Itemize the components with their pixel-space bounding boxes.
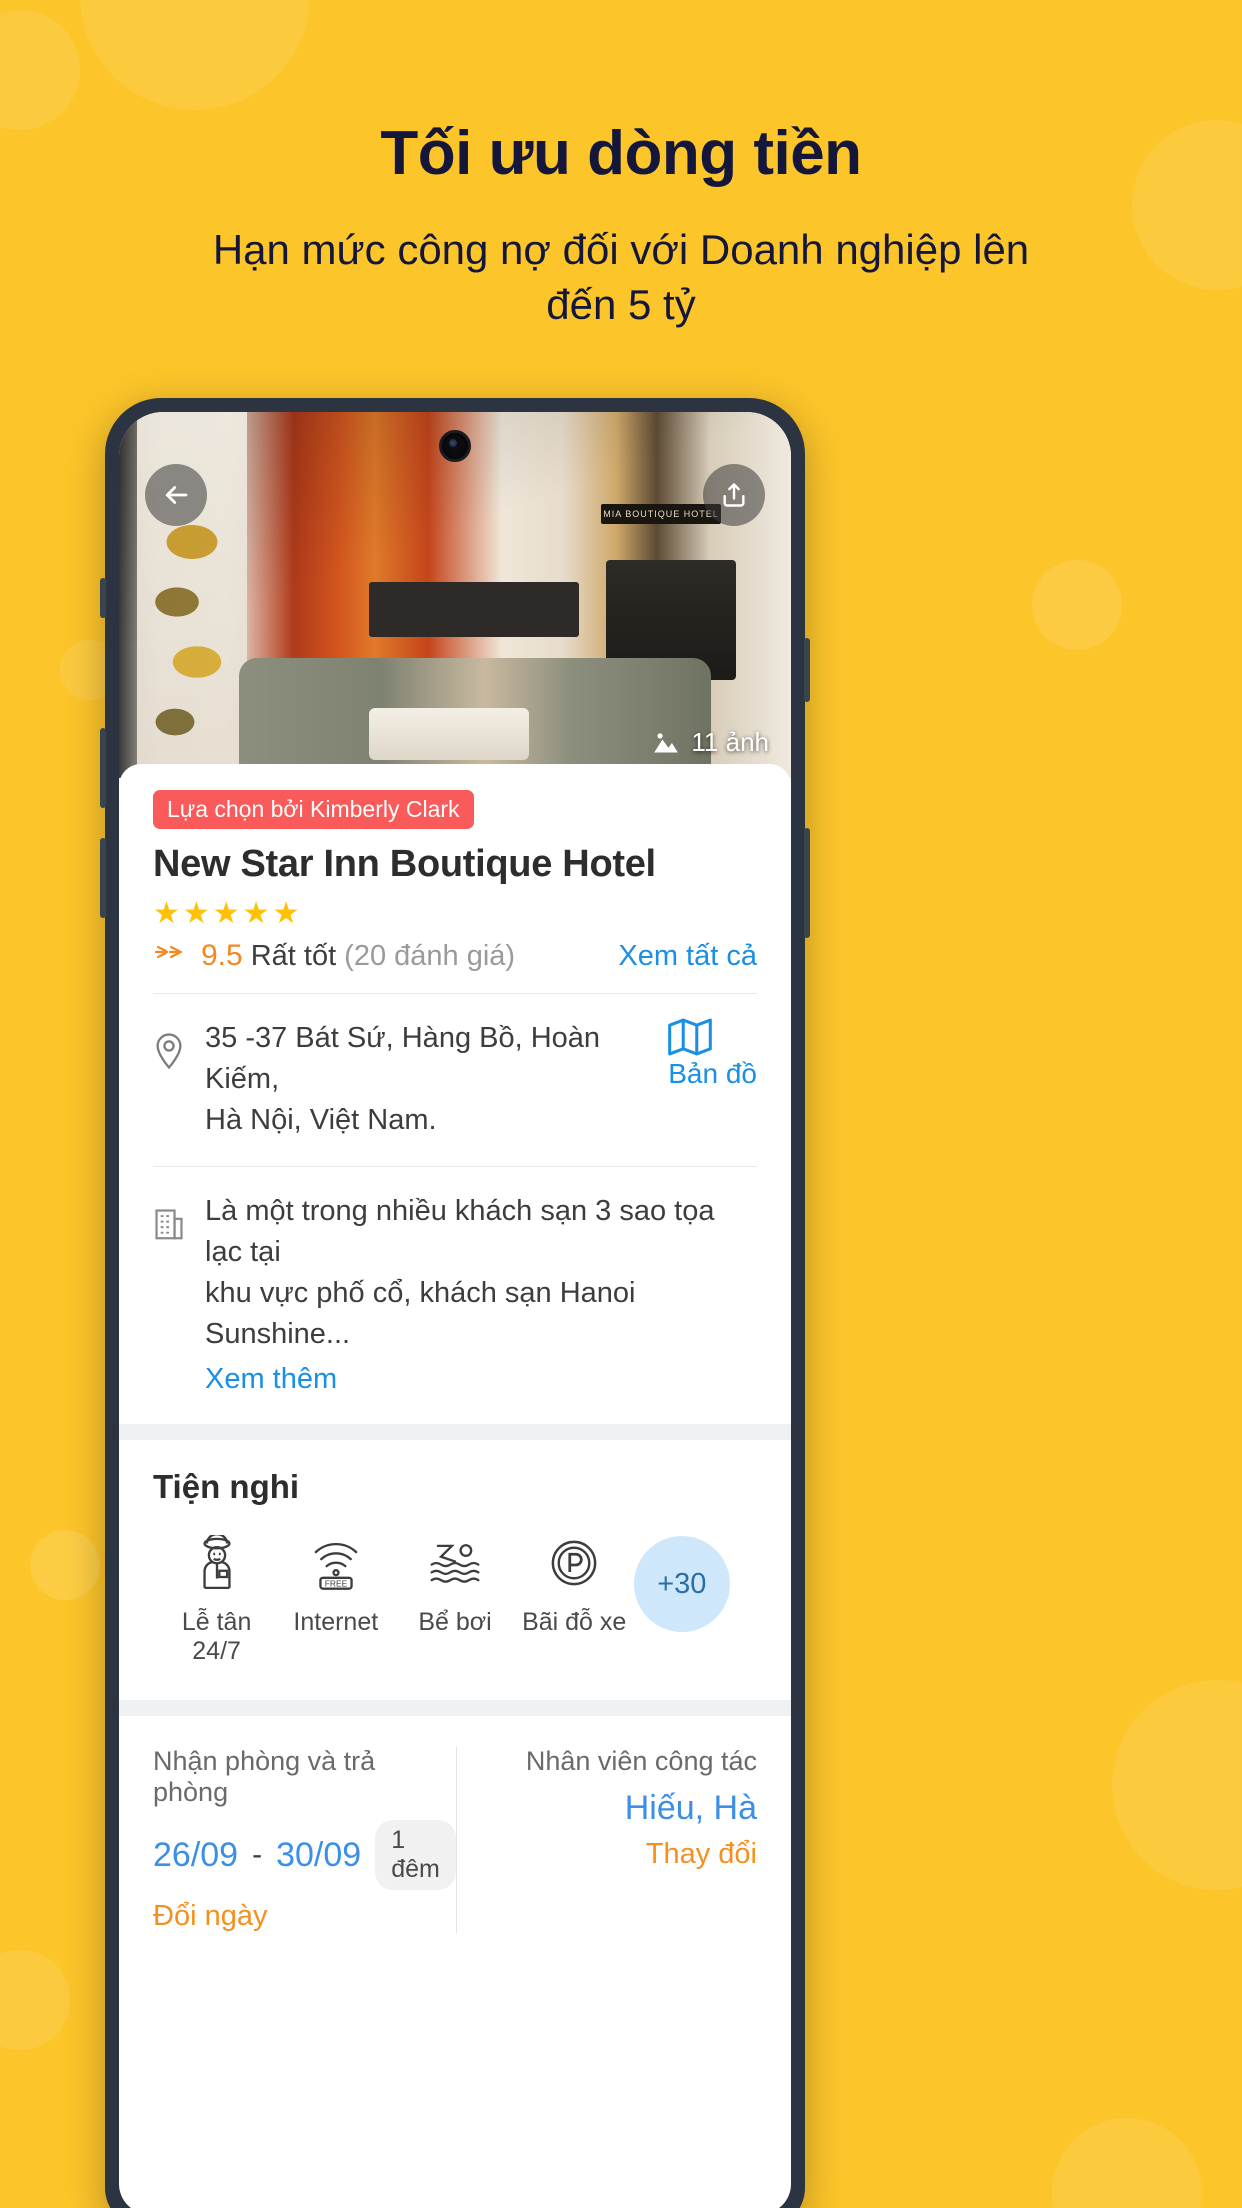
checkin-checkout-label: Nhận phòng và trả phòng	[153, 1746, 376, 1808]
amenity-item-parking[interactable]: Bãi đỗ xe	[515, 1532, 634, 1637]
checkout-date: 30/09	[276, 1835, 362, 1874]
description-line-1: Là một trong nhiều khách sạn 3 sao tọa l…	[205, 1194, 715, 1268]
staff-label: Nhân viên công tác	[525, 1746, 757, 1777]
address-line-1: 35 -37 Bát Sứ, Hàng Bồ, Hoàn Kiếm,	[205, 1022, 601, 1096]
description-row: Là một trong nhiều khách sạn 3 sao tọa l…	[153, 1167, 757, 1425]
amenities-grid: Lễ tân 24/7 FREE Internet Bể bơi Bãi đỗ …	[153, 1512, 757, 1700]
hotel-name: New Star Inn Boutique Hotel	[153, 843, 656, 885]
map-button[interactable]: Bản đồ	[656, 1018, 757, 1090]
section-separator	[119, 1424, 791, 1441]
hotel-detail-card: Lựa chọn bởi Kimberly Clark New Star Inn…	[119, 764, 791, 1944]
parking-icon	[515, 1532, 634, 1594]
background-blob	[0, 1950, 70, 2050]
address-line-2: Hà Nội, Việt Nam.	[205, 1104, 437, 1137]
booking-dates-column: Nhận phòng và trả phòng 26/09 - 30/09 1 …	[153, 1746, 456, 1933]
change-date-link[interactable]: Đổi ngày	[153, 1900, 267, 1932]
phone-mockup: MIA BOUTIQUE HOTEL 11 ảnh Lựa chọn bởi K…	[100, 398, 810, 2208]
background-blob	[1032, 560, 1122, 650]
map-label: Bản đồ	[668, 1058, 757, 1089]
amenity-item-reception[interactable]: Lễ tân 24/7	[157, 1532, 276, 1666]
rating-count: (20 đánh giá)	[344, 940, 516, 972]
hero-wall-decor	[137, 412, 247, 778]
address-row: 35 -37 Bát Sứ, Hàng Bồ, Hoàn Kiếm, Hà Nộ…	[153, 994, 757, 1166]
amenity-more-label: +30	[633, 1536, 730, 1633]
background-blob	[30, 1530, 100, 1600]
phone-side-button[interactable]	[100, 728, 106, 808]
hero-reception-desk	[369, 582, 579, 637]
map-icon	[668, 1018, 757, 1056]
arrow-left-icon	[161, 480, 191, 510]
share-icon	[720, 481, 748, 509]
concierge-icon	[157, 1532, 276, 1594]
photo-count-label: 11 ảnh	[691, 727, 769, 757]
share-button[interactable]	[703, 464, 765, 526]
location-pin-icon	[153, 1018, 187, 1070]
phone-screen: MIA BOUTIQUE HOTEL 11 ảnh Lựa chọn bởi K…	[119, 412, 791, 2208]
phone-side-button[interactable]	[100, 838, 106, 918]
date-separator: -	[252, 1838, 263, 1872]
promo-subline: Hạn mức công nợ đối với Doanh nghiệp lên…	[212, 226, 1030, 329]
amenity-label: Lễ tân 24/7	[181, 1608, 252, 1666]
change-staff-link[interactable]: Thay đổi	[646, 1838, 757, 1870]
staff-names: Hiếu, Hà	[624, 1789, 757, 1828]
amenity-item-internet[interactable]: FREE Internet	[276, 1532, 395, 1637]
hotel-hero-image[interactable]: MIA BOUTIQUE HOTEL 11 ảnh	[119, 412, 791, 778]
background-blob	[1112, 1680, 1242, 1890]
amenity-label: Internet	[293, 1608, 379, 1637]
hero-coffee-table	[369, 708, 529, 760]
vendor-badge: Lựa chọn bởi Kimberly Clark	[153, 790, 474, 829]
rating-summary: 9.5 Rất tốt (20 đánh giá)	[153, 939, 515, 973]
see-all-reviews-link[interactable]: Xem tất cả	[618, 940, 757, 973]
back-button[interactable]	[145, 464, 207, 526]
photos-icon	[651, 730, 681, 756]
section-separator	[119, 1700, 791, 1717]
see-more-link[interactable]: Xem thêm	[205, 1359, 757, 1400]
wifi-free-icon: FREE	[276, 1532, 395, 1594]
amenities-title: Tiện nghi	[153, 1468, 300, 1506]
svg-text:FREE: FREE	[325, 1579, 348, 1589]
promo-headline: Tối ưu dòng tiền	[380, 119, 862, 188]
hero-hotel-sign: MIA BOUTIQUE HOTEL	[601, 504, 721, 524]
rating-row: 9.5 Rất tốt (20 đánh giá) Xem tất cả	[153, 939, 757, 993]
phone-volume-button[interactable]	[804, 828, 810, 938]
background-blob	[0, 10, 80, 130]
laurel-icon	[153, 939, 193, 965]
nights-badge: 1 đêm	[375, 1820, 456, 1891]
amenity-item-pool[interactable]: Bể bơi	[395, 1532, 514, 1637]
address-text: 35 -37 Bát Sứ, Hàng Bồ, Hoàn Kiếm, Hà Nộ…	[205, 1018, 638, 1142]
amenity-label: Bể bơi	[418, 1608, 492, 1637]
star-rating: ★★★★★	[153, 897, 303, 930]
rating-word: Rất tốt	[250, 940, 337, 972]
phone-side-button[interactable]	[100, 578, 106, 618]
rating-score: 9.5	[201, 939, 243, 972]
phone-power-button[interactable]	[804, 638, 810, 702]
amenity-more-button[interactable]: +30	[633, 1532, 753, 1633]
building-icon	[153, 1191, 187, 1241]
description-line-2: khu vực phố cổ, khách sạn Hanoi Sunshine…	[205, 1276, 636, 1351]
photo-count-badge[interactable]: 11 ảnh	[651, 727, 769, 758]
background-blob	[80, 0, 310, 110]
background-blob	[1052, 2118, 1202, 2208]
checkin-date: 26/09	[153, 1835, 239, 1874]
booking-summary: Nhận phòng và trả phòng 26/09 - 30/09 1 …	[153, 1716, 757, 1943]
phone-front-camera	[439, 430, 471, 462]
booking-date-range[interactable]: 26/09 - 30/09 1 đêm	[153, 1820, 456, 1891]
description-text: Là một trong nhiều khách sạn 3 sao tọa l…	[205, 1191, 757, 1401]
booking-staff-column: Nhân viên công tác Hiếu, Hà Thay đổi	[455, 1746, 757, 1934]
amenity-label: Bãi đỗ xe	[522, 1608, 627, 1637]
swimming-pool-icon	[395, 1532, 514, 1594]
